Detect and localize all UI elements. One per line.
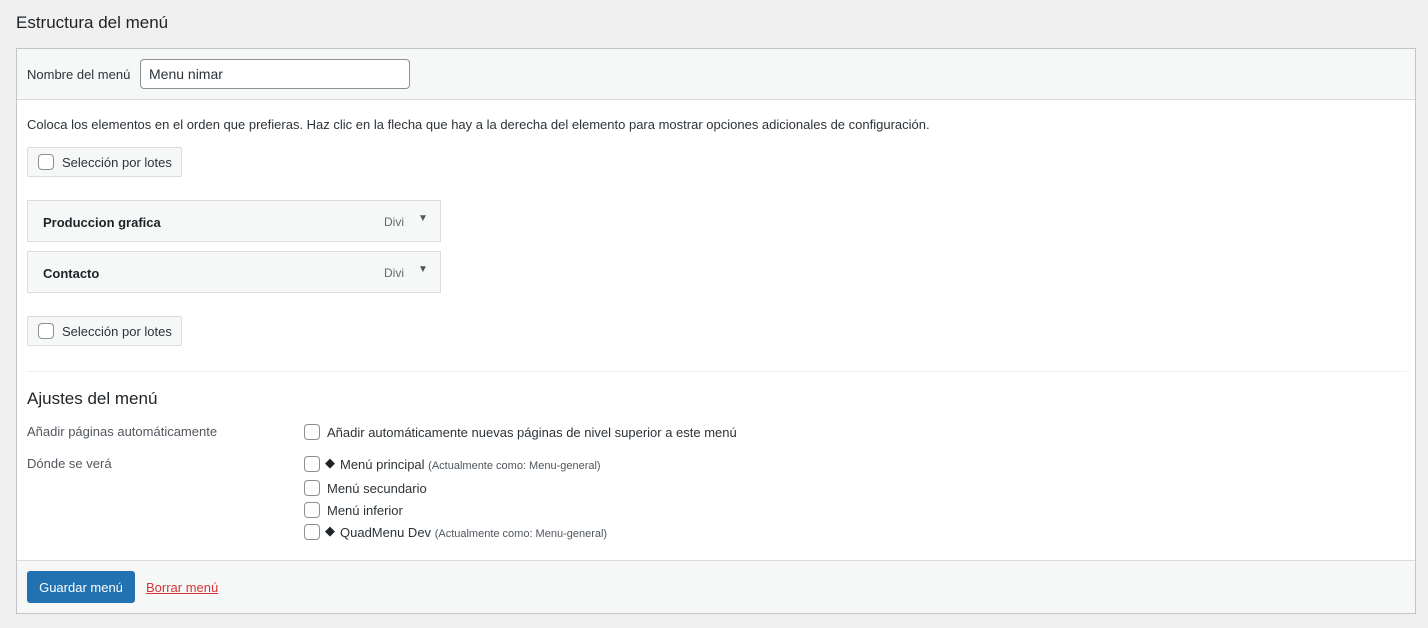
settings-title: Ajustes del menú (27, 389, 158, 408)
location-name: Menú secundario (327, 481, 427, 496)
bulk-select-label: Selección por lotes (62, 324, 172, 339)
triangle-down-icon[interactable]: ▼ (418, 264, 428, 275)
menu-item-title: Produccion grafica (43, 215, 161, 230)
menu-item-contacto[interactable]: Contacto Divi ▼ (27, 251, 441, 293)
location-checkbox[interactable] (304, 456, 320, 472)
menu-editor-frame: Nombre del menú Coloca los elementos en … (16, 48, 1416, 614)
menu-item-title: Contacto (43, 266, 100, 281)
bulk-select-checkbox[interactable] (38, 154, 54, 170)
auto-add-checkbox[interactable] (304, 424, 320, 440)
menu-footer: Guardar menú Borrar menú (17, 560, 1415, 613)
location-name: QuadMenu Dev (340, 525, 432, 540)
triangle-down-icon[interactable]: ▼ (418, 213, 428, 224)
location-checkbox[interactable] (304, 502, 320, 518)
bulk-select-top[interactable]: Selección por lotes (27, 147, 182, 177)
page-title: Estructura del menú (16, 13, 169, 32)
locations-label: Dónde se verá (27, 456, 112, 471)
location-checkbox[interactable] (304, 480, 320, 496)
menu-name-label: Nombre del menú (27, 67, 131, 82)
delete-menu-link[interactable]: Borrar menú (146, 580, 218, 595)
bulk-select-bottom[interactable]: Selección por lotes (27, 316, 182, 346)
bulk-select-label: Selección por lotes (62, 155, 172, 170)
menu-item-type: Divi (384, 215, 404, 229)
location-checkbox[interactable] (304, 524, 320, 540)
menu-item-produccion-grafica[interactable]: Produccion grafica Divi ▼ (27, 200, 441, 242)
diamond-icon: ◆ (325, 455, 335, 470)
auto-add-option-label: Añadir automáticamente nuevas páginas de… (327, 425, 737, 440)
location-note: (Actualmente como: Menu-general) (434, 528, 608, 540)
auto-add-label: Añadir páginas automáticamente (27, 424, 218, 439)
menu-item-type: Divi (384, 266, 404, 280)
location-name: Menú principal (340, 457, 425, 472)
location-name: Menú inferior (327, 503, 403, 518)
diamond-icon: ◆ (325, 523, 335, 538)
save-menu-button[interactable]: Guardar menú (27, 571, 135, 603)
menu-instructions: Coloca los elementos en el orden que pre… (27, 117, 930, 132)
menu-name-input[interactable] (140, 59, 410, 89)
menu-header: Nombre del menú (17, 49, 1415, 100)
divider (27, 371, 1407, 372)
bulk-select-checkbox[interactable] (38, 323, 54, 339)
location-note: (Actualmente como: Menu-general) (428, 460, 601, 472)
